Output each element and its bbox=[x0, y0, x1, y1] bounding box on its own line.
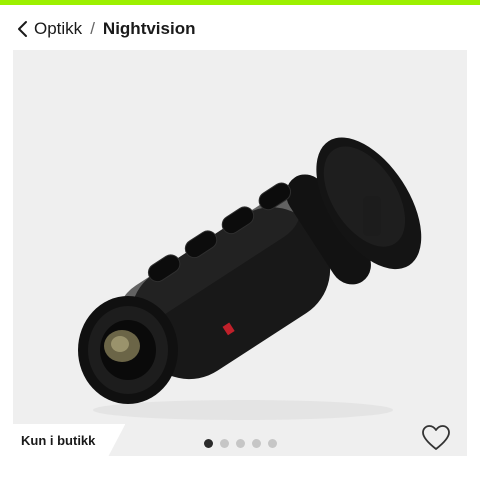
chevron-left-icon bbox=[18, 21, 27, 37]
breadcrumb-current: Nightvision bbox=[102, 19, 196, 38]
heart-outline-icon[interactable] bbox=[421, 424, 451, 452]
top-accent-bar bbox=[0, 0, 480, 5]
carousel-dot[interactable] bbox=[203, 439, 213, 448]
product-gallery[interactable]: Kun i butikk bbox=[13, 50, 467, 456]
carousel-dot[interactable] bbox=[251, 439, 261, 448]
carousel-dots bbox=[13, 439, 467, 448]
carousel-dot[interactable] bbox=[219, 439, 229, 448]
breadcrumb-parent: Optikk bbox=[34, 19, 83, 38]
carousel-dot[interactable] bbox=[267, 439, 277, 448]
carousel-dot[interactable] bbox=[235, 439, 245, 448]
breadcrumb-separator: / bbox=[90, 19, 95, 38]
breadcrumb: Optikk / Nightvision bbox=[16, 16, 195, 42]
breadcrumb-back-link[interactable]: Optikk bbox=[16, 19, 82, 39]
product-image bbox=[78, 137, 422, 420]
